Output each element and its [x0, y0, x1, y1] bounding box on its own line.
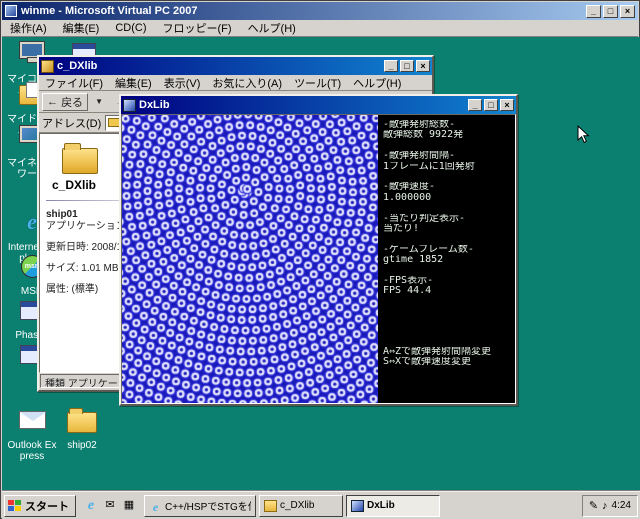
dxlib-window: DxLib _ □ × -敵弾発射総数- 敵弾総数 9922発 -敵弾発射間隔- 1… [119, 94, 518, 406]
explorer-title: c_DXlib [57, 60, 98, 72]
dxlib-info-line: -敵弾速度- [383, 182, 436, 193]
dxlib-maximize-button[interactable]: □ [484, 99, 498, 111]
dxlib-info-line [383, 203, 515, 213]
clock: 4:24 [611, 500, 631, 511]
desktop-icon-ship02[interactable]: ship02 [56, 407, 108, 451]
dxlib-info-line: 1.000000 [383, 192, 432, 203]
explorer-close-button[interactable]: × [416, 60, 430, 72]
folder-icon [67, 408, 97, 433]
folder-icon [41, 59, 54, 73]
explorer-menu-file[interactable]: ファイル(F) [39, 75, 109, 91]
menu-action[interactable]: 操作(A) [2, 19, 55, 37]
control-hint-2: S⇔Xで敵弾速度変更 [383, 357, 472, 368]
dxlib-app-icon [123, 98, 136, 112]
dxlib-info-line: -FPS表示- [383, 275, 434, 286]
dxlib-info-line: -ゲームフレーム数- [383, 244, 474, 255]
address-label: アドレス(D) [42, 117, 102, 130]
vm-taskbar: スタート e ✉ ▦ e C++/HSPでSTGを作ってい.. c_DXlib … [2, 491, 640, 519]
dxlib-title: DxLib [139, 99, 170, 111]
vm-screen: マイコンピュータ マイドキュメント マイネットワーク e Internet Ex… [2, 37, 640, 519]
explorer-menu-tools[interactable]: ツール(T) [288, 75, 347, 91]
dxlib-controls: A⇔Zで敵弾発射間隔変更 S⇔Xで敵弾速度変更 [383, 347, 491, 368]
dxlib-info-line: -敵弾発射総数- [383, 120, 456, 130]
mouse-cursor [577, 125, 590, 144]
explorer-titlebar[interactable]: c_DXlib _ □ × [39, 57, 432, 75]
explorer-minimize-button[interactable]: _ [384, 60, 398, 72]
host-titlebar[interactable]: winme - Microsoft Virtual PC 2007 _ □ × [2, 2, 638, 20]
dxlib-info-line: -敵弾発射間隔- [383, 151, 456, 162]
menu-edit[interactable]: 編集(E) [55, 19, 108, 37]
dxlib-info-line [383, 234, 515, 244]
mail-icon[interactable]: ✉ [102, 498, 118, 514]
menu-floppy[interactable]: フロッピー(F) [155, 19, 240, 37]
dxlib-titlebar[interactable]: DxLib _ □ × [121, 96, 516, 114]
mail-icon [18, 411, 46, 429]
ie-icon: e [27, 209, 37, 234]
desktop-icon[interactable]: ▦ [121, 498, 137, 514]
dxlib-close-button[interactable]: × [500, 99, 514, 111]
host-window-title: winme - Microsoft Virtual PC 2007 [21, 5, 198, 17]
dxlib-info-line [383, 141, 515, 151]
explorer-menu-help[interactable]: ヘルプ(H) [347, 75, 407, 91]
host-menubar: 操作(A) 編集(E) CD(C) フロッピー(F) ヘルプ(H) [2, 20, 638, 37]
ie-icon: e [152, 499, 159, 514]
dxlib-info-line: 敵弾総数 9922発 [383, 130, 464, 141]
game-canvas [122, 115, 378, 403]
dxlib-info-line: 当たり! [383, 223, 420, 234]
start-label: スタート [25, 500, 69, 513]
windows-logo-icon [8, 499, 22, 512]
start-button[interactable]: スタート [4, 494, 76, 517]
explorer-menu-view[interactable]: 表示(V) [158, 75, 207, 91]
explorer-menu-favorites[interactable]: お気に入り(A) [206, 75, 288, 91]
back-dropdown[interactable]: ▼ [90, 93, 108, 111]
dxlib-info-line [383, 172, 515, 182]
dxlib-app-icon [351, 499, 364, 512]
dxlib-info-lines: -敵弾発射総数- 敵弾総数 9922発 -敵弾発射間隔- 1フレームに1回発射 -敵… [383, 120, 515, 297]
dxlib-info-panel: -敵弾発射総数- 敵弾総数 9922発 -敵弾発射間隔- 1フレームに1回発射 -敵… [378, 115, 515, 403]
host-maximize-button[interactable]: □ [603, 4, 618, 18]
ie-icon[interactable]: e [83, 498, 99, 514]
back-arrow-icon: ← [47, 95, 58, 108]
task-button-browser[interactable]: e C++/HSPでSTGを作ってい.. [144, 494, 256, 517]
dxlib-info-line: -当たり判定表示- [383, 213, 466, 224]
dxlib-minimize-button[interactable]: _ [468, 99, 482, 111]
control-hint-1: A⇔Zで敵弾発射間隔変更 [383, 347, 492, 357]
dxlib-content: -敵弾発射総数- 敵弾総数 9922発 -敵弾発射間隔- 1フレームに1回発射 -敵… [121, 114, 516, 404]
dxlib-info-line: FPS 44.4 [383, 286, 432, 297]
explorer-maximize-button[interactable]: □ [400, 60, 414, 72]
folder-icon [264, 499, 277, 512]
desktop-icon-outlook-express[interactable]: Outlook Express [6, 407, 58, 462]
virtual-pc-window: winme - Microsoft Virtual PC 2007 _ □ × … [0, 0, 640, 519]
virtual-pc-icon [5, 5, 17, 17]
dxlib-info-line: 1フレームに1回発射 [383, 161, 475, 172]
host-close-button[interactable]: × [620, 4, 635, 18]
host-minimize-button[interactable]: _ [586, 4, 601, 18]
explorer-menu-edit[interactable]: 編集(E) [109, 75, 158, 91]
task-button-explorer[interactable]: c_DXlib [259, 494, 343, 517]
big-folder-icon [62, 143, 98, 174]
dxlib-info-line [383, 265, 515, 275]
system-tray: ✎ ♪ 4:24 [581, 494, 638, 517]
explorer-menubar: ファイル(F) 編集(E) 表示(V) お気に入り(A) ツール(T) ヘルプ(… [39, 75, 432, 91]
menu-help[interactable]: ヘルプ(H) [240, 19, 304, 37]
volume-icon[interactable]: ♪ [602, 500, 608, 512]
ime-pen-icon[interactable]: ✎ [589, 500, 598, 512]
menu-cd[interactable]: CD(C) [107, 21, 154, 35]
back-button[interactable]: ← 戻る [42, 92, 89, 111]
dxlib-info-line: gtime 1852 [383, 255, 444, 266]
quick-launch: e ✉ ▦ [79, 495, 141, 517]
task-button-dxlib[interactable]: DxLib [346, 494, 440, 517]
